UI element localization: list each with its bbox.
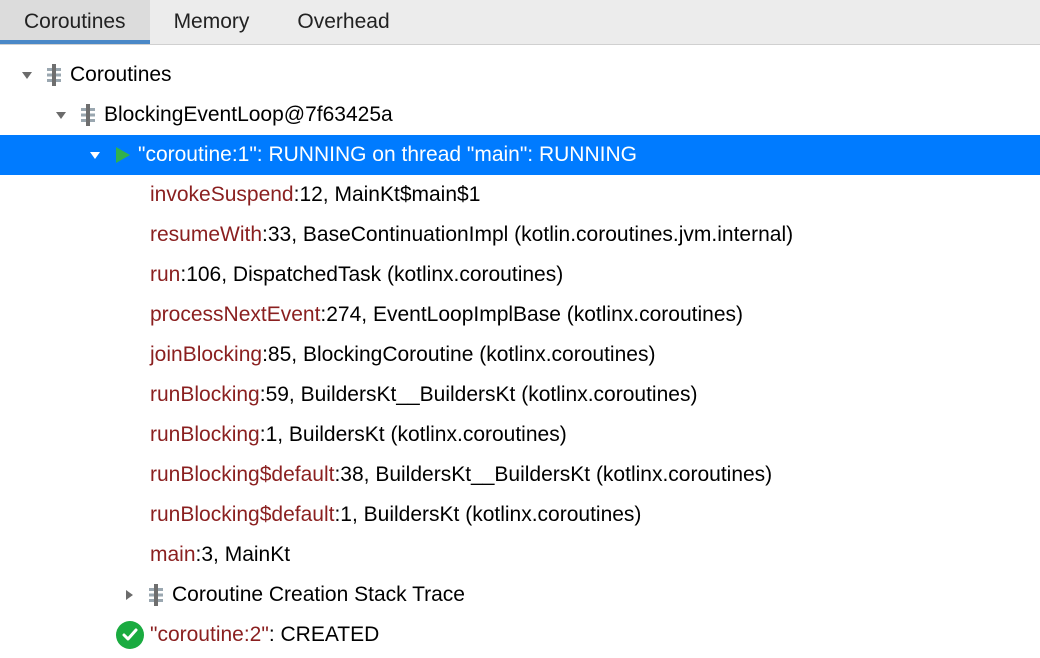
frame-label: main:3, MainKt (148, 543, 290, 567)
tree-node-coroutine-1[interactable]: "coroutine:1": RUNNING on thread "main":… (0, 135, 1040, 175)
node-label: "coroutine:1": RUNNING on thread "main":… (136, 143, 637, 167)
frame-location: :3, MainKt (196, 543, 291, 566)
frame-method: resumeWith (150, 223, 262, 246)
frame-location: :1, BuildersKt (kotlinx.coroutines) (260, 423, 567, 446)
frame-method: runBlocking$default (150, 463, 334, 486)
chevron-down-icon[interactable] (14, 68, 40, 82)
tab-label: Memory (174, 10, 250, 34)
frame-location: :106, DispatchedTask (kotlinx.coroutines… (180, 263, 563, 286)
tree-node-coroutine-2[interactable]: "coroutine:2": CREATED (0, 615, 1040, 655)
tab-coroutines[interactable]: Coroutines (0, 0, 150, 44)
frame-label: processNextEvent:274, EventLoopImplBase … (148, 303, 743, 327)
chevron-down-icon[interactable] (82, 148, 108, 162)
frame-label: resumeWith:33, BaseContinuationImpl (kot… (148, 223, 793, 247)
debug-tab-bar: Coroutines Memory Overhead (0, 0, 1040, 45)
stack-frame[interactable]: run:106, DispatchedTask (kotlinx.corouti… (0, 255, 1040, 295)
frame-label: runBlocking:1, BuildersKt (kotlinx.corou… (148, 423, 567, 447)
chevron-right-icon[interactable] (116, 588, 142, 602)
frame-location: :59, BuildersKt__BuildersKt (kotlinx.cor… (260, 383, 698, 406)
tab-label: Coroutines (24, 10, 126, 34)
frame-location: :38, BuildersKt__BuildersKt (kotlinx.cor… (334, 463, 772, 486)
tab-label: Overhead (297, 10, 389, 34)
stack-frame[interactable]: runBlocking$default:1, BuildersKt (kotli… (0, 495, 1040, 535)
frame-label: runBlocking$default:38, BuildersKt__Buil… (148, 463, 772, 487)
frame-method: processNextEvent (150, 303, 320, 326)
frame-location: :1, BuildersKt (kotlinx.coroutines) (334, 503, 641, 526)
node-label: Coroutine Creation Stack Trace (170, 583, 465, 607)
coroutines-tree: Coroutines BlockingEventLoop@7f63425a "c… (0, 45, 1040, 655)
thread-group-icon (40, 64, 68, 86)
stack-frame[interactable]: resumeWith:33, BaseContinuationImpl (kot… (0, 215, 1040, 255)
frame-method: runBlocking$default (150, 503, 334, 526)
chevron-down-icon[interactable] (48, 108, 74, 122)
frame-method: runBlocking (150, 423, 260, 446)
frame-method: runBlocking (150, 383, 260, 406)
check-circle-icon (116, 621, 144, 649)
frame-method: run (150, 263, 180, 286)
tab-memory[interactable]: Memory (150, 0, 274, 44)
node-label: "coroutine:2": CREATED (148, 623, 379, 647)
coroutine-name: "coroutine:2" (150, 623, 269, 646)
running-icon (108, 145, 136, 165)
frame-location: :274, EventLoopImplBase (kotlinx.corouti… (320, 303, 743, 326)
frame-method: main (150, 543, 196, 566)
frame-location: :33, BaseContinuationImpl (kotlin.corout… (262, 223, 793, 246)
coroutine-state: : CREATED (269, 623, 379, 646)
frame-label: run:106, DispatchedTask (kotlinx.corouti… (148, 263, 563, 287)
tree-node-creation-trace[interactable]: Coroutine Creation Stack Trace (0, 575, 1040, 615)
frame-label: runBlocking$default:1, BuildersKt (kotli… (148, 503, 641, 527)
node-label: BlockingEventLoop@7f63425a (102, 103, 393, 127)
tree-node-dispatcher[interactable]: BlockingEventLoop@7f63425a (0, 95, 1040, 135)
frame-label: joinBlocking:85, BlockingCoroutine (kotl… (148, 343, 655, 367)
stack-frame[interactable]: runBlocking:59, BuildersKt__BuildersKt (… (0, 375, 1040, 415)
tree-node-root[interactable]: Coroutines (0, 55, 1040, 95)
stack-frame[interactable]: runBlocking$default:38, BuildersKt__Buil… (0, 455, 1040, 495)
thread-group-icon (74, 104, 102, 126)
stack-frame[interactable]: runBlocking:1, BuildersKt (kotlinx.corou… (0, 415, 1040, 455)
stack-frame[interactable]: joinBlocking:85, BlockingCoroutine (kotl… (0, 335, 1040, 375)
frame-method: invokeSuspend (150, 183, 294, 206)
stack-frame[interactable]: main:3, MainKt (0, 535, 1040, 575)
stack-frame[interactable]: invokeSuspend:12, MainKt$main$1 (0, 175, 1040, 215)
frame-location: :85, BlockingCoroutine (kotlinx.coroutin… (262, 343, 655, 366)
frame-label: runBlocking:59, BuildersKt__BuildersKt (… (148, 383, 697, 407)
node-label: Coroutines (68, 63, 172, 87)
frame-label: invokeSuspend:12, MainKt$main$1 (148, 183, 480, 207)
frame-method: joinBlocking (150, 343, 262, 366)
stack-frame[interactable]: processNextEvent:274, EventLoopImplBase … (0, 295, 1040, 335)
tab-overhead[interactable]: Overhead (273, 0, 413, 44)
thread-group-icon (142, 584, 170, 606)
frame-location: :12, MainKt$main$1 (294, 183, 481, 206)
